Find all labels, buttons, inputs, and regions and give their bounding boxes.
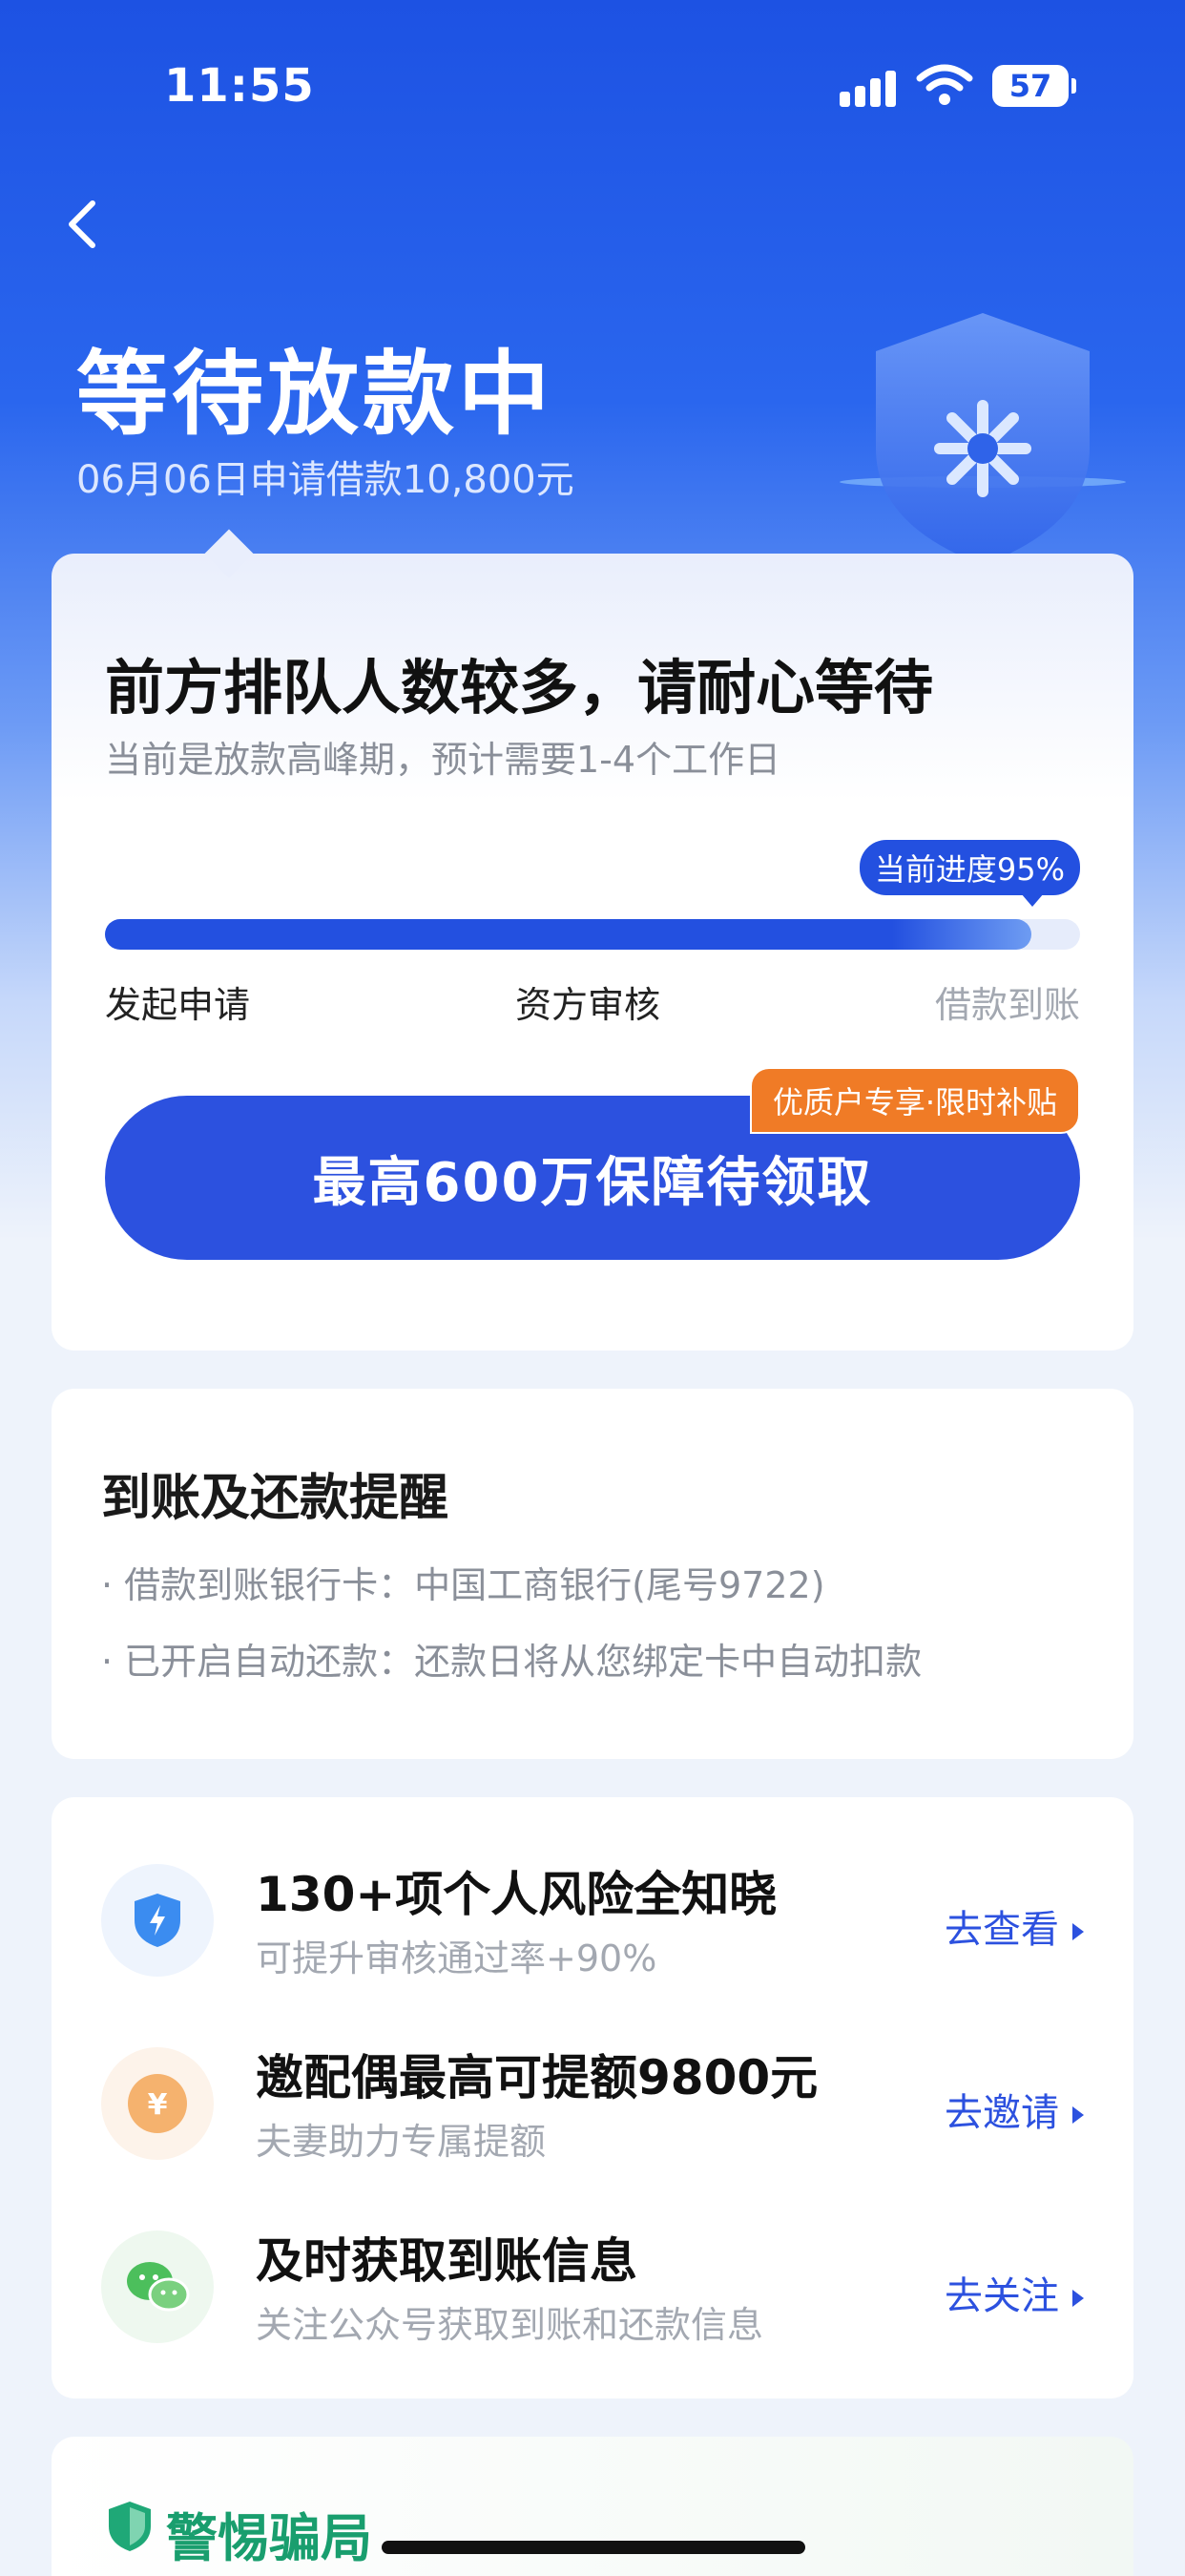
svg-text:¥: ¥	[148, 2088, 168, 2122]
feature-subtitle: 可提升审核通过率+90%	[256, 1937, 657, 1979]
battery-icon: 57	[992, 65, 1076, 107]
status-time: 11:55	[164, 59, 315, 113]
application-summary: 06月06日申请借款10,800元	[76, 458, 574, 502]
feature-row-risk[interactable]: 130+项个人风险全知晓 可提升审核通过率+90% 去查看	[101, 1856, 1084, 2000]
fraud-warning-card[interactable]: 警惕骗局	[52, 2437, 1133, 2576]
progress-card: 前方排队人数较多，请耐心等待 当前是放款高峰期，预计需要1-4个工作日 当前进度…	[52, 529, 1133, 1351]
queue-heading: 前方排队人数较多，请耐心等待	[105, 653, 934, 723]
back-button[interactable]	[48, 191, 114, 258]
progress-track	[105, 919, 1080, 950]
feature-title: 130+项个人风险全知晓	[256, 1867, 778, 1922]
feature-subtitle: 夫妻助力专属提额	[256, 2121, 547, 2163]
yen-coin-icon: ¥	[101, 2047, 214, 2160]
feature-row-spouse[interactable]: ¥ 邀配偶最高可提额9800元 夫妻助力专属提额 去邀请	[101, 2040, 1084, 2183]
step-review: 资方审核	[515, 984, 661, 1026]
step-apply: 发起申请	[105, 984, 251, 1026]
promo-tag: 优质户专享·限时补贴	[749, 1067, 1080, 1134]
cellular-signal-icon	[840, 69, 903, 107]
progress-fill	[105, 919, 1031, 950]
follow-link[interactable]: 去关注	[945, 2265, 1084, 2320]
invite-link[interactable]: 去邀请	[945, 2082, 1084, 2137]
reminder-title: 到账及还款提醒	[101, 1470, 449, 1527]
progress-label-badge: 当前进度95%	[859, 840, 1080, 907]
reminder-card: 到账及还款提醒 · 借款到账银行卡：中国工商银行(尾号9722) · 已开启自动…	[52, 1389, 1133, 1759]
home-indicator[interactable]	[382, 2541, 805, 2554]
feature-title: 及时获取到账信息	[256, 2233, 637, 2289]
status-bar: 11:55 57	[0, 0, 1185, 172]
feature-title: 邀配偶最高可提额9800元	[256, 2050, 819, 2105]
shield-emblem-icon	[840, 305, 1126, 573]
chevron-left-icon	[69, 200, 95, 248]
page-title: 等待放款中	[76, 341, 553, 448]
fraud-warning-title: 警惕骗局	[166, 2508, 372, 2568]
shield-bolt-icon	[101, 1864, 214, 1977]
shield-check-icon	[109, 2502, 151, 2551]
wechat-icon	[101, 2230, 214, 2343]
wifi-icon	[916, 61, 973, 109]
queue-subheading: 当前是放款高峰期，预计需要1-4个工作日	[105, 739, 781, 781]
reminder-auto-repay: · 已开启自动还款：还款日将从您绑定卡中自动扣款	[101, 1641, 923, 1683]
feature-list-card: 130+项个人风险全知晓 可提升审核通过率+90% 去查看 ¥ 邀配偶最高可提额…	[52, 1797, 1133, 2398]
feature-row-notify[interactable]: 及时获取到账信息 关注公众号获取到账和还款信息 去关注	[101, 2223, 1084, 2366]
reminder-bank-card: · 借款到账银行卡：中国工商银行(尾号9722)	[101, 1564, 825, 1606]
view-link[interactable]: 去查看	[945, 1898, 1084, 1954]
step-disbursed: 借款到账	[934, 984, 1080, 1026]
feature-subtitle: 关注公众号获取到账和还款信息	[256, 2304, 764, 2346]
